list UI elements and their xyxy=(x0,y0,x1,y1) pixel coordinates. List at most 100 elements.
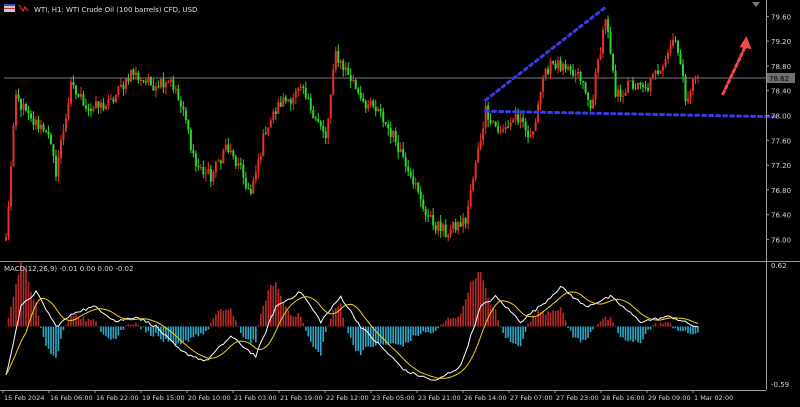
candle-body xyxy=(454,222,457,231)
price-label: 78.40 xyxy=(771,88,791,96)
candle-body xyxy=(522,117,525,123)
macd-hist-bar xyxy=(402,326,405,347)
candle-body xyxy=(297,87,300,91)
candle-body xyxy=(377,109,380,112)
macd-hist-bar xyxy=(432,326,434,333)
candle-body xyxy=(374,106,377,112)
macd-hist-bar xyxy=(322,326,325,342)
candle-body xyxy=(627,81,630,93)
candle-body xyxy=(524,122,527,131)
candle-body xyxy=(67,103,70,119)
macd-hist-bar xyxy=(477,272,479,327)
candle-body xyxy=(187,120,190,130)
candle-body xyxy=(267,127,270,134)
macd-hist-bar xyxy=(374,326,377,346)
macd-hist-bar xyxy=(399,326,402,345)
candle-body xyxy=(132,69,135,76)
macd-hist-bar xyxy=(462,306,464,327)
candle-body xyxy=(607,19,610,33)
candle-body xyxy=(317,118,320,122)
macd-hist-bar xyxy=(389,326,392,344)
price-label: 77.20 xyxy=(771,162,791,170)
candle-body xyxy=(204,173,207,175)
macd-hist-bar xyxy=(417,326,420,336)
macd-hist-bar xyxy=(354,326,357,352)
candle-body xyxy=(304,88,307,98)
candle-body xyxy=(137,72,140,81)
candle-body xyxy=(474,162,477,179)
candle-body xyxy=(42,124,45,131)
candle-body xyxy=(569,66,572,71)
candle-body xyxy=(639,82,642,85)
macd-hist-bar xyxy=(472,280,474,327)
candle-body xyxy=(619,89,622,97)
macd-hist-bar xyxy=(669,323,672,327)
macd-hist-bar xyxy=(662,323,664,327)
macd-hist-bar xyxy=(689,326,692,335)
candle-body xyxy=(289,99,292,104)
candle-body xyxy=(282,97,285,107)
macd-hist-bar xyxy=(507,326,509,338)
macd-hist-bar xyxy=(647,326,649,330)
candle-body xyxy=(219,160,222,164)
macd-hist-bar xyxy=(589,326,592,332)
candle-body xyxy=(309,98,312,110)
macd-hist-bar xyxy=(479,272,482,327)
candle-body xyxy=(387,124,390,129)
macd-hist-bar xyxy=(582,326,584,340)
candle-body xyxy=(602,29,605,54)
macd-hist-bar xyxy=(252,326,255,340)
candle-body xyxy=(472,178,475,190)
macd-hist-bar xyxy=(342,317,345,327)
candle-body xyxy=(594,72,597,100)
macd-hist-bar xyxy=(454,317,457,327)
candle-body xyxy=(419,191,422,200)
candle-body xyxy=(34,119,37,125)
macd-hist-bar xyxy=(12,296,15,327)
macd-hist-bar xyxy=(642,326,644,340)
macd-hist-bar xyxy=(447,317,449,327)
macd-hist-bar xyxy=(659,322,662,327)
candle-body xyxy=(277,102,280,114)
macd-hist-bar xyxy=(324,326,327,333)
candle-body xyxy=(242,164,245,178)
candle-body xyxy=(634,88,637,90)
macd-hist-bar xyxy=(147,326,150,331)
candle-body xyxy=(532,131,535,136)
candle-body xyxy=(62,131,65,141)
candle-body xyxy=(99,102,102,108)
wti-chart[interactable]: 79.60 79.20 78.80 78.40 78.00 77.60 77.20 76.80… xyxy=(0,0,800,407)
time-label: 1 Mar 02:00 xyxy=(694,394,733,402)
candle-body xyxy=(479,140,482,149)
candle-body xyxy=(254,172,257,180)
candle-body xyxy=(589,99,592,109)
candle-body xyxy=(224,144,227,150)
time-label: 20 Feb 10:00 xyxy=(188,394,231,402)
candle-body xyxy=(107,98,110,106)
macd-hist-bar xyxy=(612,322,614,327)
macd-hist-bar xyxy=(502,326,504,333)
macd-hist-bar xyxy=(489,305,492,327)
candle-body xyxy=(444,224,447,237)
time-label: 16 Feb 06:00 xyxy=(50,394,93,402)
macd-hist-bar xyxy=(294,316,297,327)
candle-body xyxy=(674,40,677,42)
macd-hist-bar xyxy=(442,323,444,327)
candle-body xyxy=(72,81,75,86)
macd-hist-bar xyxy=(137,324,140,327)
macd-hist-bar xyxy=(584,326,587,341)
macd-hist-bar xyxy=(627,326,629,342)
macd-hist-bar xyxy=(349,326,352,338)
macd-hist-bar xyxy=(112,326,115,339)
candle-body xyxy=(414,183,417,185)
candle-body xyxy=(54,155,57,177)
candle-body xyxy=(319,121,322,126)
time-label: 27 Feb 07:00 xyxy=(510,394,553,402)
candle-body xyxy=(399,149,402,153)
macd-hist-bar xyxy=(679,326,682,332)
candle-body xyxy=(264,133,267,135)
macd-hist-bar xyxy=(302,322,305,327)
candle-body xyxy=(644,87,647,89)
macd-hist-bar xyxy=(120,326,122,330)
candle-body xyxy=(397,142,400,153)
